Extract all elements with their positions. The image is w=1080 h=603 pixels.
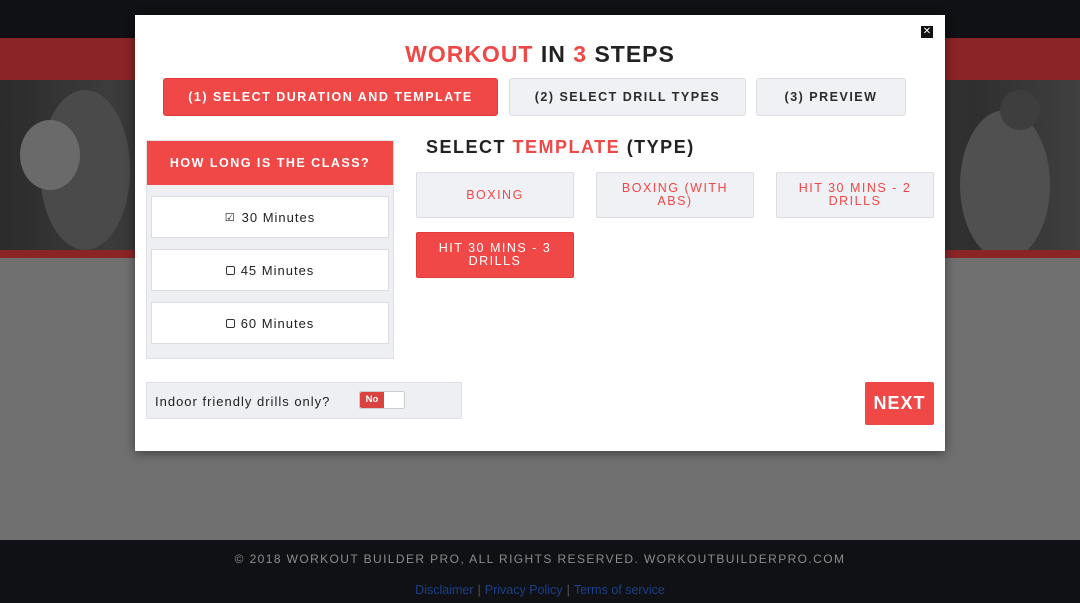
footer-links: Disclaimer | Privacy Policy | Terms of servi… [0,583,1080,597]
copyright-text: © 2018 WORKOUT BUILDER PRO, ALL RIGHTS R… [234,552,846,566]
duration-option-label: 45 Minutes [240,262,315,278]
close-icon[interactable]: ✕ [921,26,933,38]
indoor-drills-label: Indoor friendly drills only? [155,394,331,409]
heading-template: TEMPLATE [512,137,621,157]
heading-type: (TYPE) [620,137,695,157]
template-hit-2-drills-button[interactable]: HIT 30 MINS - 2 DRILLS [776,172,934,218]
title-in: IN [533,41,574,67]
step-2-button[interactable]: (2) SELECT DRILL TYPES [509,78,746,116]
step-3-button[interactable]: (3) PREVIEW [756,78,906,116]
workout-builder-modal: ✕ WORKOUT IN 3 STEPS (1) SELECT DURATION… [135,15,945,451]
checkbox-icon [225,318,235,328]
duration-option-45[interactable]: 45 Minutes [151,249,389,291]
heading-select: SELECT [426,137,513,157]
duration-option-60[interactable]: 60 Minutes [151,302,389,344]
duration-option-label: 60 Minutes [240,315,315,331]
duration-option-label: 30 Minutes [241,209,316,225]
checkbox-icon [225,265,235,275]
indoor-drills-toggle[interactable]: No [359,391,405,409]
title-workout: WORKOUT [405,41,534,67]
step-1-button[interactable]: (1) SELECT DURATION AND TEMPLATE [163,78,498,116]
checked-box-icon: ☑ [224,211,236,224]
template-boxing-button[interactable]: BOXING [416,172,574,218]
title-steps: STEPS [587,41,675,67]
title-number: 3 [573,41,588,67]
duration-header: HOW LONG IS THE CLASS? [147,141,393,185]
footer-separator: | [477,583,481,597]
toggle-value: No [360,392,384,408]
privacy-policy-link[interactable]: Privacy Policy [485,583,563,597]
duration-panel: HOW LONG IS THE CLASS? ☑ 30 Minutes 45 M… [146,140,394,359]
template-heading: SELECT TEMPLATE (TYPE) [426,137,695,158]
indoor-drills-panel: Indoor friendly drills only? No [146,382,462,419]
disclaimer-link[interactable]: Disclaimer [415,583,473,597]
footer-separator: | [566,583,570,597]
modal-title: WORKOUT IN 3 STEPS [135,41,945,68]
page-footer: © 2018 WORKOUT BUILDER PRO, ALL RIGHTS R… [0,540,1080,603]
duration-option-30[interactable]: ☑ 30 Minutes [151,196,389,238]
template-hit-3-drills-button[interactable]: HIT 30 MINS - 3 DRILLS [416,232,574,278]
next-button[interactable]: NEXT [865,382,934,425]
terms-of-service-link[interactable]: Terms of service [574,583,665,597]
template-boxing-with-abs-button[interactable]: BOXING (WITH ABS) [596,172,754,218]
